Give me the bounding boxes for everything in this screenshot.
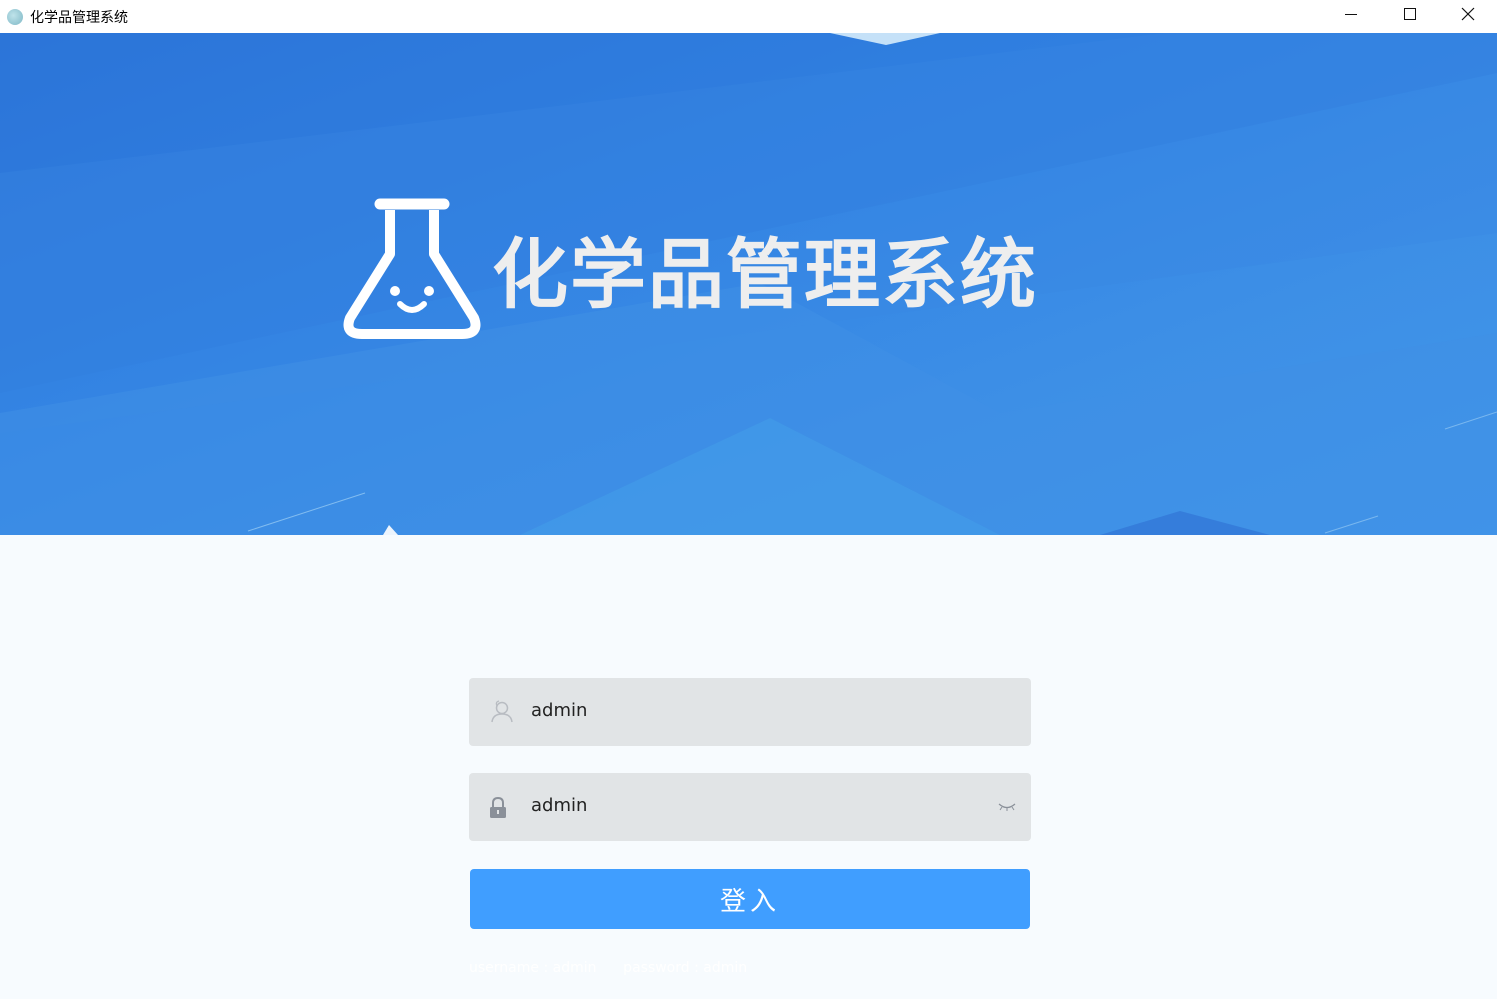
login-hint: username : admin password : admin bbox=[469, 960, 748, 976]
banner-title: 化学品管理系统 bbox=[492, 230, 1038, 319]
login-button[interactable]: 登入 bbox=[470, 869, 1030, 929]
maximize-button[interactable] bbox=[1381, 0, 1439, 29]
minimize-button[interactable] bbox=[1323, 0, 1381, 29]
minimize-icon bbox=[1345, 14, 1357, 15]
lock-icon bbox=[490, 797, 506, 818]
username-value: admin bbox=[531, 700, 588, 721]
window-title: 化学品管理系统 bbox=[30, 9, 128, 26]
user-icon bbox=[491, 700, 513, 723]
eye-closed-icon[interactable] bbox=[997, 801, 1017, 813]
window-controls bbox=[1323, 0, 1497, 33]
banner: 化学品管理系统 bbox=[0, 33, 1497, 535]
close-icon bbox=[1461, 7, 1475, 21]
close-button[interactable] bbox=[1439, 0, 1497, 29]
username-field[interactable]: admin bbox=[469, 678, 1031, 746]
app-icon bbox=[7, 8, 23, 25]
maximize-icon bbox=[1404, 8, 1416, 20]
password-value: admin bbox=[531, 795, 588, 816]
window-titlebar: 化学品管理系统 bbox=[0, 0, 1497, 33]
flask-icon bbox=[343, 198, 481, 339]
password-field[interactable]: admin bbox=[469, 773, 1031, 841]
